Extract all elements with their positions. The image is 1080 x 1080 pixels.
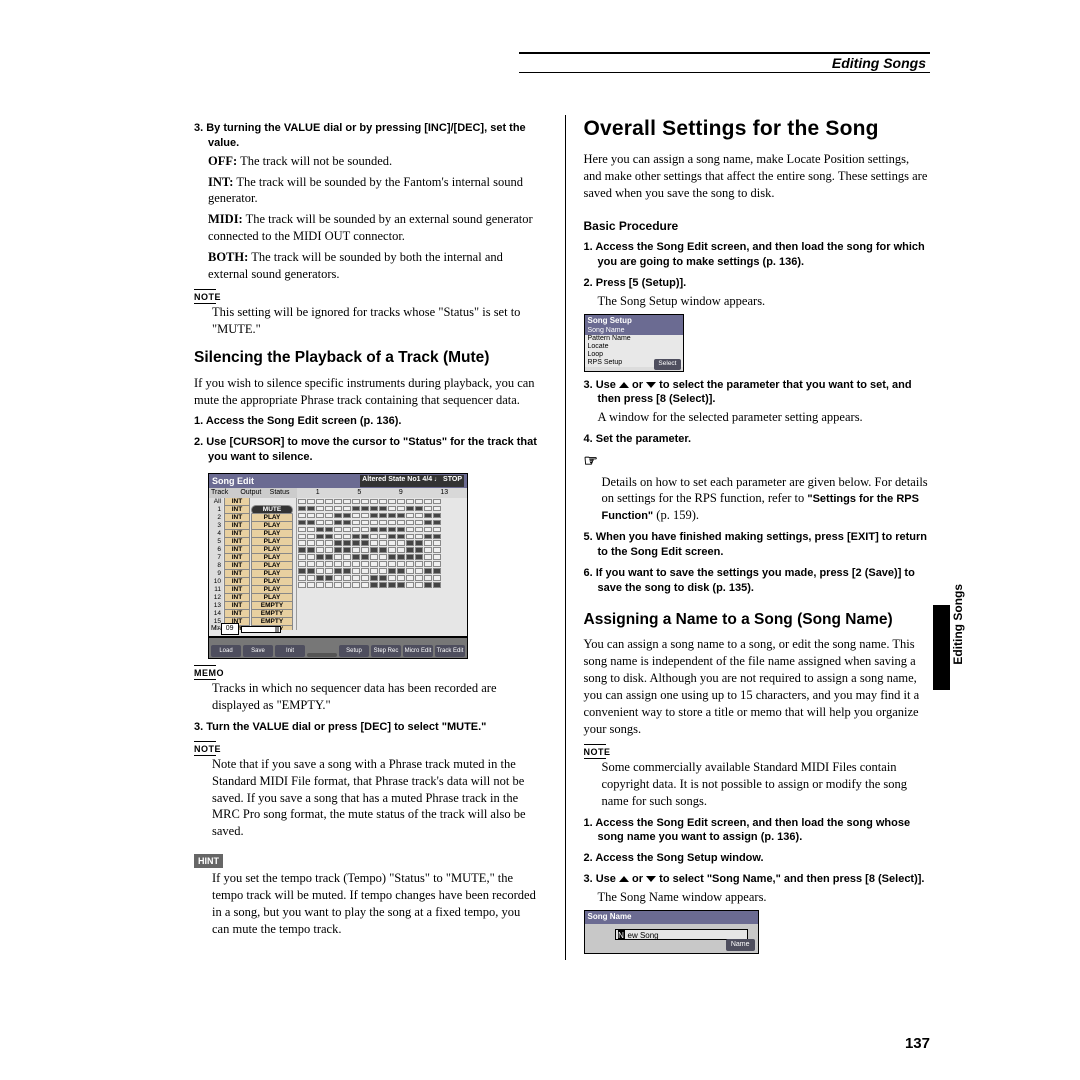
hint-tempo-mute: If you set the tempo track (Tempo) "Stat… [212,870,541,938]
figure-song-edit: Song EditAltered State No1 4/4 ♩ STOP Tr… [208,473,468,659]
reference-rps: Details on how to set each parameter are… [602,474,931,525]
mute-step-1: 1. Access the Song Edit screen (p. 136). [194,414,541,429]
heading-basic-procedure: Basic Procedure [584,218,931,234]
up-arrow-icon [619,876,629,882]
def-off: OFF: The track will not be sounded. [208,153,541,170]
note-icon-2: NOTE [194,743,541,755]
assign-step-2: 2. Access the Song Setup window. [584,851,931,866]
assign-step-3: 3. Use or to select "Song Name," and the… [584,872,931,887]
hint-icon: HINT [194,854,223,868]
assign-step-1: 1. Access the Song Edit screen, and then… [584,816,931,846]
note-status-mute: This setting will be ignored for tracks … [212,304,541,338]
note-icon-3: NOTE [584,746,931,758]
memo-icon: MEMO [194,667,541,679]
figure-song-setup: Song Setup Song NamePattern NameLocateLo… [584,314,684,372]
mute-step-3: 3. Turn the VALUE dial or press [DEC] to… [194,720,541,735]
step-set-value: 3. By turning the VALUE dial or by press… [194,121,541,151]
memo-empty-tracks: Tracks in which no sequencer data has be… [212,680,541,714]
basic-step-5: 5. When you have finished making setting… [584,530,931,560]
header-section-title: Editing Songs [832,54,926,73]
reference-icon: ☞ [584,451,931,473]
heading-assign-name: Assigning a Name to a Song (Song Name) [584,610,931,631]
basic-step-2: 2. Press [5 (Setup)]. [584,276,931,291]
basic-step-2-result: The Song Setup window appears. [598,293,931,310]
basic-step-3-result: A window for the selected parameter sett… [598,409,931,426]
basic-step-4: 4. Set the parameter. [584,432,931,447]
side-tab-label: Editing Songs [950,584,966,694]
down-arrow-icon [646,382,656,388]
note-copyright: Some commercially available Standard MID… [602,759,931,810]
mute-step-2: 2. Use [CURSOR] to move the cursor to "S… [194,435,541,465]
down-arrow-icon [646,876,656,882]
page-number: 137 [905,1034,930,1054]
left-column: 3. By turning the VALUE dial or by press… [194,115,541,960]
overall-intro: Here you can assign a song name, make Lo… [584,151,931,202]
mute-intro: If you wish to silence specific instrume… [194,375,541,409]
page-header: Editing Songs [519,52,930,73]
def-int: INT: The track will be sounded by the Fa… [208,174,541,208]
basic-step-6: 6. If you want to save the settings you … [584,566,931,596]
note-icon: NOTE [194,291,541,303]
def-both: BOTH: The track will be sounded by both … [208,249,541,283]
heading-overall: Overall Settings for the Song [584,115,931,143]
note-save-smf: Note that if you save a song with a Phra… [212,756,541,840]
up-arrow-icon [619,382,629,388]
basic-step-3: 3. Use or to select the parameter that y… [584,378,931,408]
heading-mute: Silencing the Playback of a Track (Mute) [194,348,541,369]
right-column: Overall Settings for the Song Here you c… [565,115,931,960]
figure-song-name: Song Name N ew Song Name [584,910,759,954]
def-midi: MIDI: The track will be sounded by an ex… [208,211,541,245]
assign-intro: You can assign a song name to a song, or… [584,636,931,737]
basic-step-1: 1. Access the Song Edit screen, and then… [584,240,931,270]
assign-step-3-result: The Song Name window appears. [598,889,931,906]
side-tab-block [933,605,950,690]
